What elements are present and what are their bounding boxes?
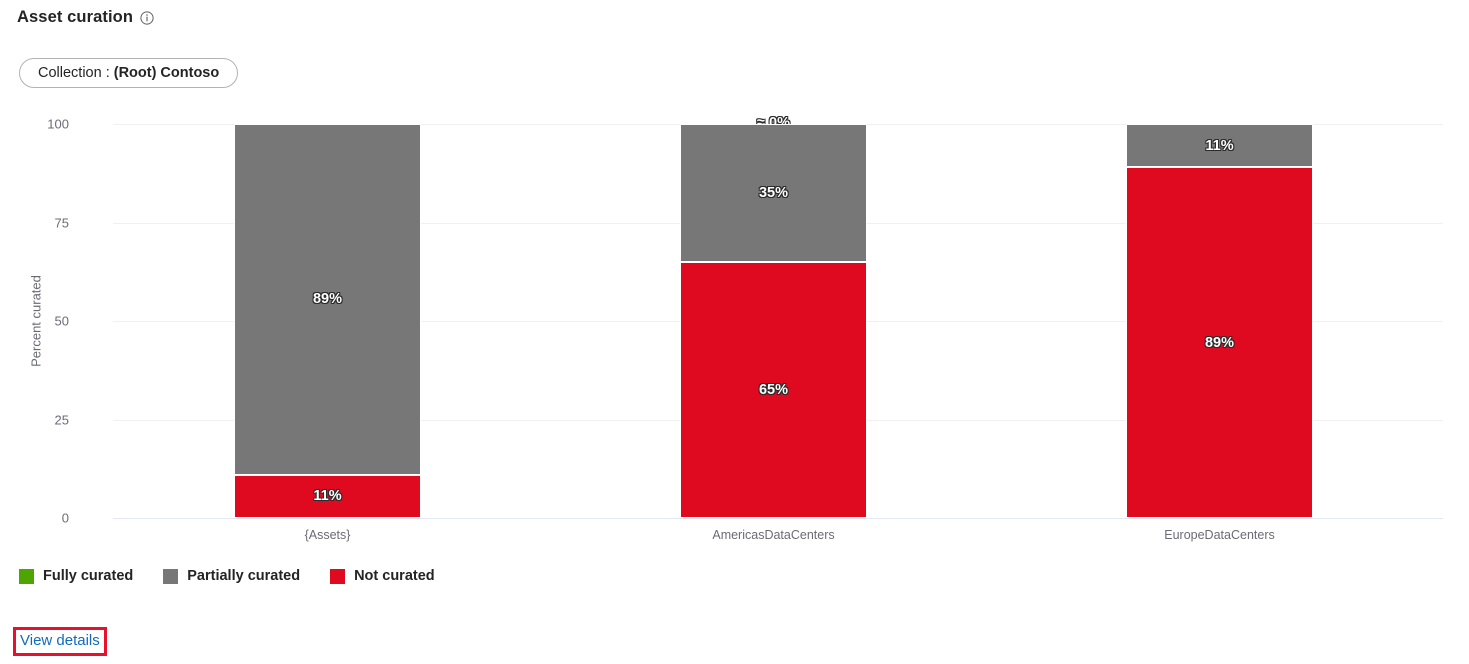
legend-label: Not curated [354,568,435,584]
legend-item[interactable]: Partially curated [163,568,300,584]
bar-segment[interactable]: 35% [680,124,867,262]
legend-item[interactable]: Not curated [330,568,435,584]
x-axis-tick-label: EuropeDataCenters [1164,528,1275,542]
legend-swatch [19,568,34,584]
y-axis-tick-label: 100 [47,116,69,132]
asset-curation-chart: Percent curated 0255075100 89%11%≈ 0%35%… [0,0,1469,560]
legend-label: Fully curated [43,568,134,584]
bar-segment-label: 35% [758,184,789,201]
bar-group: 11% 89% [1126,124,1313,518]
x-axis-tick-label: {Assets} [304,528,351,542]
bar-group: 89% 11% [234,124,421,518]
bar-group: ≈ 0%35%65% [680,115,867,518]
view-details-highlight: View details [13,627,107,656]
bar-segment[interactable]: 89% [1126,167,1313,518]
bar-segment-label: 11% [313,488,342,505]
legend-item[interactable]: Fully curated [19,568,133,584]
y-axis-tick-label: 25 [54,412,69,427]
gridline [113,518,1443,519]
footer: View details [13,627,107,656]
legend-swatch [330,568,346,584]
bar-segment[interactable]: 11% [234,474,421,518]
stacked-bar[interactable]: 89% 11% [234,124,421,518]
bar-segment[interactable]: 11% [1126,124,1313,168]
stacked-bar[interactable]: 11% 89% [1126,124,1313,518]
y-axis-tick-label: 75 [54,215,69,230]
y-axis-tick-label: 50 [54,313,69,329]
y-axis-tick-label: 0 [61,510,69,526]
view-details-link[interactable]: View details [20,630,100,652]
bar-segment-label: 89% [1204,334,1235,351]
chart-legend: Fully curated Partially curated Not curate… [19,568,435,584]
bar-segment-label: 11% [1205,137,1234,154]
bar-segment[interactable]: 89% [234,124,421,475]
x-axis-tick-label: AmericasDataCenters [712,528,835,542]
legend-label: Partially curated [187,568,301,584]
legend-swatch [163,568,179,584]
bar-segment-label: 89% [312,291,343,308]
bar-segment[interactable]: 65% [680,261,867,518]
bar-segment-label: 65% [758,381,789,398]
stacked-bar[interactable]: ≈ 0%35%65% [680,115,867,518]
chart-plot-area: 0255075100 89%11%≈ 0%35%65%11%89% {Asset… [47,115,1443,542]
